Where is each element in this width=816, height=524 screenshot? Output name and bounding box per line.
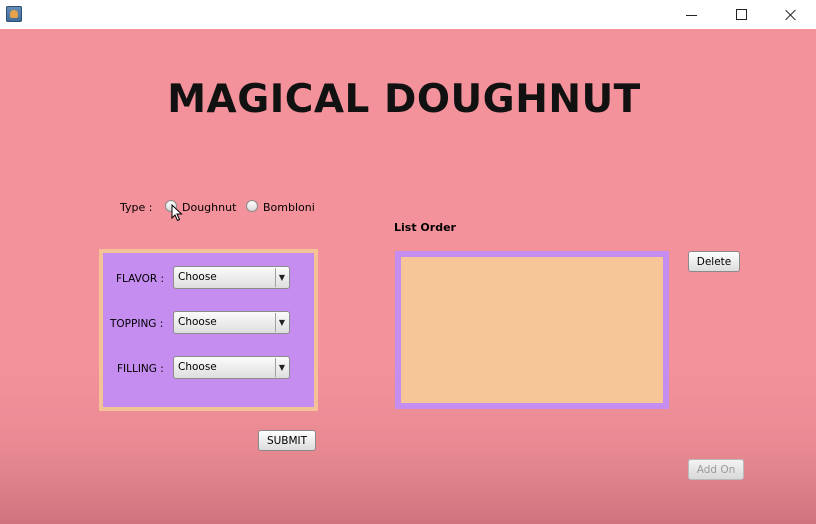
close-icon	[785, 9, 797, 21]
app-title: MAGICAL DOUGHNUT	[167, 77, 641, 122]
options-panel: FLAVOR : Choose ▼ TOPPING : Choose ▼ FIL…	[99, 249, 318, 411]
submit-button[interactable]: SUBMIT	[258, 430, 316, 451]
minimize-button[interactable]	[666, 0, 716, 29]
filling-select[interactable]: Choose ▼	[173, 356, 290, 379]
main-content: MAGICAL DOUGHNUT Type : Doughnut Bomblon…	[0, 29, 816, 524]
chevron-down-icon[interactable]: ▼	[275, 313, 288, 332]
filling-select-value: Choose	[178, 361, 217, 373]
mouse-cursor-icon	[171, 204, 183, 222]
maximize-icon	[735, 9, 747, 20]
flavor-label: FLAVOR :	[116, 273, 165, 285]
minimize-icon	[685, 15, 697, 16]
topping-select[interactable]: Choose ▼	[173, 311, 290, 334]
topping-label: TOPPING :	[110, 318, 164, 330]
radio-bombloni[interactable]	[246, 200, 258, 212]
order-list[interactable]	[395, 251, 669, 409]
flavor-select[interactable]: Choose ▼	[173, 266, 290, 289]
filling-label: FILLING :	[117, 363, 164, 375]
flavor-select-value: Choose	[178, 271, 217, 283]
topping-select-value: Choose	[178, 316, 217, 328]
radio-doughnut-label[interactable]: Doughnut	[182, 201, 236, 214]
list-order-label: List Order	[394, 221, 456, 234]
chevron-down-icon[interactable]: ▼	[275, 268, 288, 287]
close-button[interactable]	[766, 0, 816, 29]
maximize-button[interactable]	[716, 0, 766, 29]
radio-bombloni-label[interactable]: Bombloni	[263, 201, 315, 214]
add-on-button[interactable]: Add On	[688, 459, 744, 480]
java-app-icon[interactable]	[6, 6, 22, 22]
delete-button[interactable]: Delete	[688, 251, 740, 272]
chevron-down-icon[interactable]: ▼	[275, 358, 288, 377]
type-label: Type :	[120, 201, 153, 214]
window-title-bar	[0, 0, 816, 29]
